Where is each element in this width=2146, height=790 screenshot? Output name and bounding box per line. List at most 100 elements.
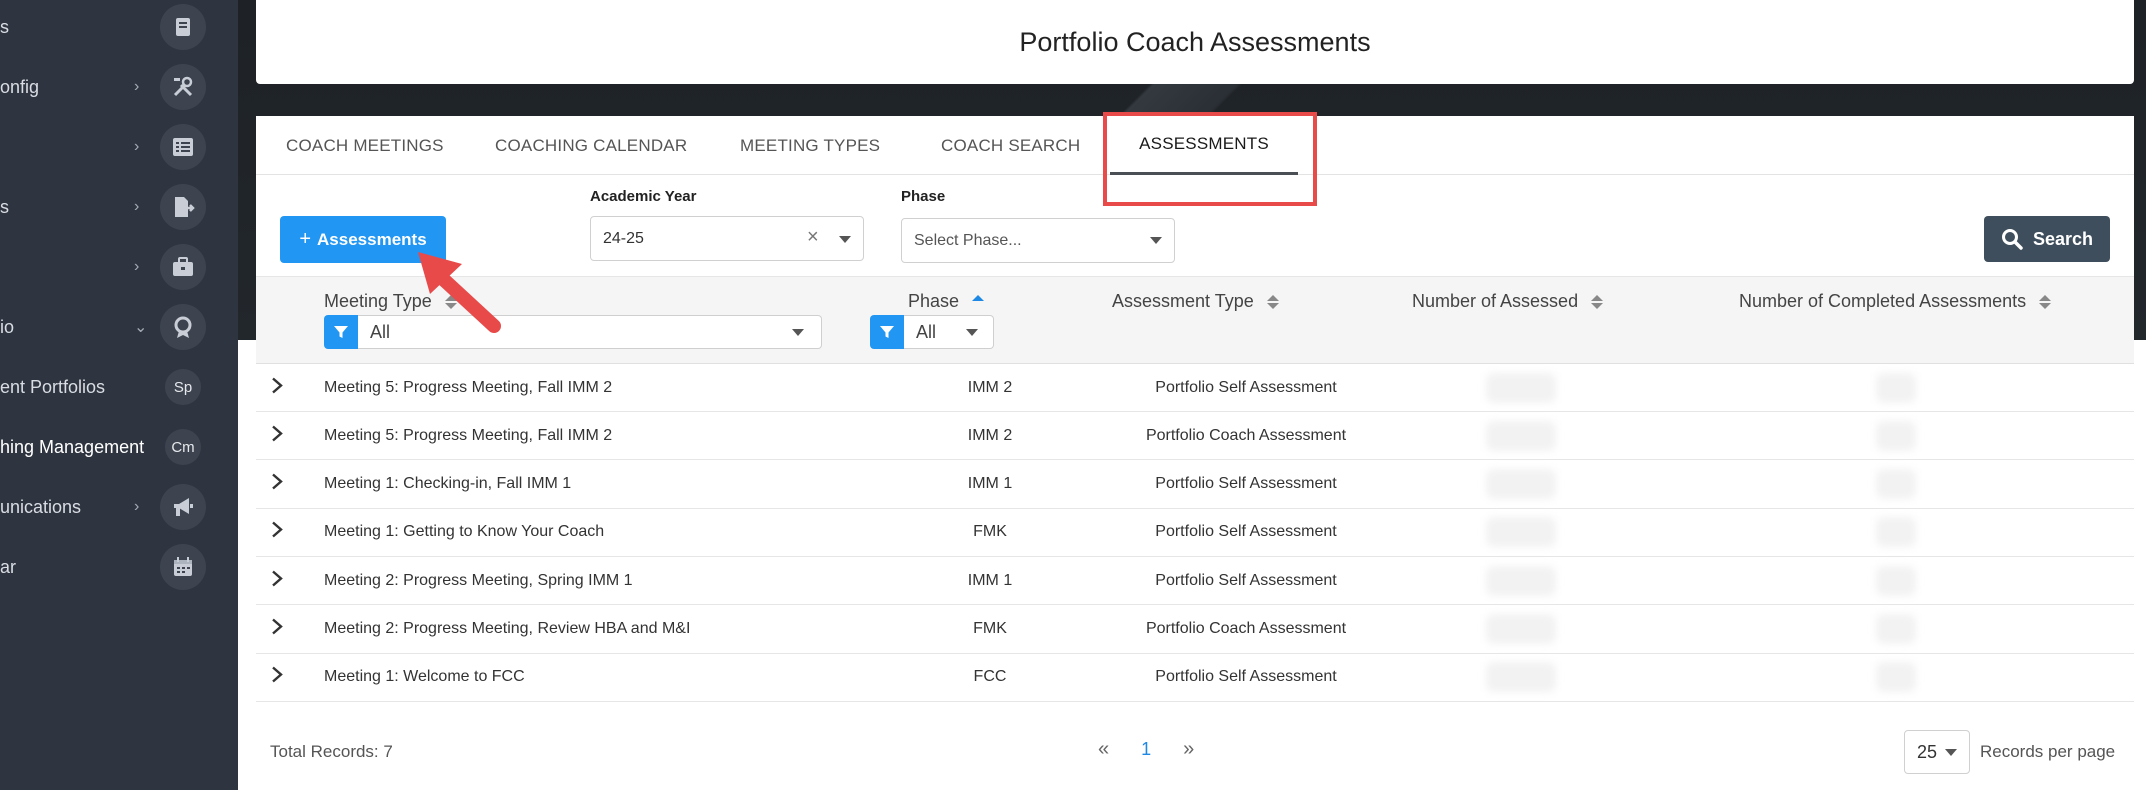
next-page-icon[interactable]: » [1183,738,1194,761]
cell-meeting-type: Meeting 1: Checking-in, Fall IMM 1 [324,475,572,493]
column-header-assessment-type[interactable]: Assessment Type [1112,291,1279,312]
column-header-number-completed[interactable]: Number of Completed Assessments [1739,291,2052,312]
tab-coaching-calendar[interactable]: COACHING CALENDAR [495,116,687,175]
phase-filter-select[interactable]: All [904,315,994,349]
table-row[interactable]: Meeting 1: Welcome to FCC FCC Portfolio Se… [256,654,2134,702]
page-number-current[interactable]: 1 [1141,739,1151,760]
cell-phase: IMM 2 [967,426,1013,444]
meeting-type-filter-value: All [370,321,391,342]
cell-phase: FMK [973,523,1007,541]
table-row[interactable]: Meeting 5: Progress Meeting, Fall IMM 2 I… [256,412,2134,461]
sort-icon[interactable] [1266,295,1279,310]
sidebar-item-4[interactable]: › [0,242,238,292]
sidebar-item-student-portfolios[interactable]: ent Portfolios Sp [0,362,238,412]
column-header-phase[interactable]: Phase [908,291,985,312]
sidebar-item-portfolio[interactable]: io ⌄ [0,302,238,352]
book-icon [160,4,206,50]
phase-filter[interactable]: All [870,315,994,349]
calendar-icon [160,544,206,590]
records-per-page-label: Records per page [1980,742,2116,761]
chevron-right-icon: › [134,198,140,215]
tools-icon [160,64,206,110]
file-export-icon [160,184,206,230]
chevron-right-icon[interactable] [270,568,284,593]
chevron-down-icon [966,329,978,336]
cell-number-completed-redacted [1876,517,1916,548]
arrow-annotation-icon [418,252,501,333]
sidebar-item-0[interactable]: s [0,2,238,52]
sidebar-item-2[interactable]: › [0,122,238,172]
tab-meeting-types[interactable]: MEETING TYPES [740,116,880,175]
chevron-right-icon: › [134,78,140,95]
page-title: Portfolio Coach Assessments [1019,26,1371,57]
sidebar-item-config[interactable]: onfig › [0,62,238,112]
sort-icon[interactable] [2039,295,2052,310]
cell-number-assessed-redacted [1486,565,1556,596]
chevron-down-icon: ⌄ [134,319,148,336]
sidebar-item-3[interactable]: s › [0,182,238,232]
chevron-right-icon[interactable] [270,423,284,448]
sort-icon[interactable] [1591,295,1604,310]
cell-number-completed-redacted [1876,469,1916,500]
cell-assessment-type: Portfolio Self Assessment [1155,571,1337,589]
sidebar-item-communications[interactable]: unications › [0,482,238,532]
search-icon [2001,229,2023,250]
table-row[interactable]: Meeting 2: Progress Meeting, Review HBA … [256,606,2134,654]
column-header-label: Number of Assessed [1412,291,1579,311]
meeting-type-filter[interactable]: All [324,315,822,349]
sidebar-item-abbr: Cm [165,429,201,465]
search-button[interactable]: Search [1984,216,2110,262]
award-icon [160,304,206,350]
list-icon [160,124,206,170]
title-card: Portfolio Coach Assessments [256,0,2134,84]
chevron-right-icon[interactable] [270,617,284,642]
academic-year-select[interactable]: 24-25 × [590,216,864,261]
cell-number-completed-redacted [1876,662,1916,693]
sort-ascending-icon[interactable] [972,295,985,309]
sidebar-item-label: ent Portfolios [0,376,106,397]
phase-select[interactable]: Select Phase... [901,218,1175,263]
cell-number-assessed-redacted [1486,372,1556,403]
records-per-page-value: 25 [1917,741,1938,762]
cell-meeting-type: Meeting 5: Progress Meeting, Fall IMM 2 [324,426,613,444]
cell-assessment-type: Portfolio Coach Assessment [1145,426,1347,444]
cell-assessment-type: Portfolio Self Assessment [1155,475,1337,493]
chevron-right-icon[interactable] [270,375,284,400]
table-footer: Total Records: 7 « 1 » 25 Records per pa… [256,716,2134,790]
tab-coach-search[interactable]: COACH SEARCH [941,116,1080,175]
clear-icon[interactable]: × [807,226,819,249]
chevron-right-icon[interactable] [270,520,284,545]
table-row[interactable]: Meeting 2: Progress Meeting, Spring IMM … [256,557,2134,606]
chevron-right-icon[interactable] [270,472,284,497]
cell-meeting-type: Meeting 1: Getting to Know Your Coach [324,523,605,541]
cell-number-completed-redacted [1876,565,1916,596]
filter-icon[interactable] [870,315,904,349]
cell-meeting-type: Meeting 2: Progress Meeting, Review HBA … [324,620,691,637]
sidebar-item-abbr: Sp [165,369,201,405]
sidebar-item-label: hing Management [0,436,145,457]
chevron-down-icon [1150,237,1162,244]
chevron-right-icon: › [134,138,140,155]
academic-year-value: 24-25 [603,229,644,247]
cell-number-completed-redacted [1876,420,1916,451]
table-row[interactable]: Meeting 1: Getting to Know Your Coach FMK… [256,509,2134,557]
sidebar-item-coaching-management[interactable]: hing Management Cm [0,422,238,472]
cell-meeting-type: Meeting 5: Progress Meeting, Fall IMM 2 [324,378,613,396]
tab-coach-meetings[interactable]: COACH MEETINGS [286,116,444,175]
cell-assessment-type: Portfolio Coach Assessment [1145,620,1347,637]
table-row[interactable]: Meeting 1: Checking-in, Fall IMM 1 IMM 1 P… [256,461,2134,509]
cell-assessment-type: Portfolio Self Assessment [1155,378,1337,396]
cell-phase: IMM 2 [967,378,1013,396]
filter-icon[interactable] [324,315,358,349]
records-per-page-select[interactable]: 25 [1904,730,1970,774]
column-header-number-assessed[interactable]: Number of Assessed [1412,291,1604,312]
sidebar-item-calendar[interactable]: ar [0,542,238,592]
academic-year-label: Academic Year [590,188,697,205]
table-row[interactable]: Meeting 5: Progress Meeting, Fall IMM 2 I… [256,364,2134,412]
previous-page-icon[interactable]: « [1098,738,1109,761]
chevron-right-icon[interactable] [270,665,284,690]
sidebar-item-label: io [0,316,15,337]
highlight-annotation [1103,112,1317,206]
cell-number-assessed-redacted [1486,614,1556,644]
cell-number-assessed-redacted [1486,662,1556,693]
